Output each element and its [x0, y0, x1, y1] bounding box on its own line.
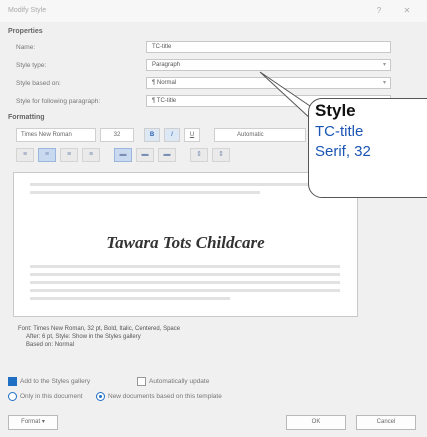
preview-placeholder-line [30, 289, 340, 292]
preview-sample-text: Tawara Tots Childcare [106, 233, 265, 252]
style-description: Font: Times New Roman, 32 pt, Bold, Ital… [18, 325, 348, 349]
font-color-value: Automatic [237, 132, 264, 138]
decrease-spacing-button[interactable]: ⇕ [212, 148, 230, 162]
only-this-document-radio[interactable] [8, 392, 17, 401]
ok-button[interactable]: OK [286, 415, 346, 430]
italic-button[interactable]: I [164, 128, 180, 142]
align-left-button[interactable]: ≡ [16, 148, 34, 162]
callout-title: Style [315, 101, 356, 120]
name-field[interactable]: TC-title [146, 41, 391, 53]
underline-button[interactable]: U [184, 128, 200, 142]
callout-line: TC-title [315, 123, 364, 140]
title-bar: Modify Style ? ✕ [0, 0, 427, 22]
style-callout: Style TC-title Serif, 32 [308, 98, 427, 198]
based-on-value: ¶ Normal [152, 80, 177, 86]
preview-placeholder-line [30, 297, 230, 300]
font-size-select[interactable]: 32 [100, 128, 134, 142]
chevron-down-icon: ▾ [382, 80, 386, 86]
new-documents-radio[interactable] [96, 392, 105, 401]
following-paragraph-value: ¶ TC-title [152, 98, 177, 104]
single-spacing-button[interactable]: ▬ [114, 148, 132, 162]
style-type-label: Style type: [16, 62, 47, 69]
preview-placeholder-line [30, 281, 340, 284]
chevron-down-icon: ▾ [382, 62, 386, 68]
description-line: Font: Times New Roman, 32 pt, Bold, Ital… [18, 326, 181, 332]
only-this-document-label: Only in this document [20, 393, 83, 400]
preview-placeholder-line [30, 191, 260, 194]
font-value: Times New Roman [21, 132, 72, 138]
description-line: After: 6 pt, Style: Show in the Styles g… [26, 334, 141, 340]
preview-placeholder-line [30, 265, 340, 268]
add-to-gallery-label: Add to the Styles gallery [20, 378, 91, 385]
format-button[interactable]: Format ▾ [8, 415, 58, 430]
based-on-label: Style based on: [16, 80, 61, 87]
cancel-button[interactable]: Cancel [356, 415, 416, 430]
font-size-value: 32 [113, 132, 121, 138]
double-spacing-button[interactable]: ▬ [158, 148, 176, 162]
increase-spacing-button[interactable]: ⇕ [190, 148, 208, 162]
preview-placeholder-line [30, 183, 340, 186]
justify-button[interactable]: ≡ [82, 148, 100, 162]
auto-update-label: Automatically update [149, 378, 210, 385]
font-select[interactable]: Times New Roman [16, 128, 96, 142]
description-line: Based on: Normal [26, 342, 75, 348]
modify-style-dialog: Modify Style ? ✕ Properties Name: TC-tit… [0, 0, 427, 437]
font-color-select[interactable]: Automatic [214, 128, 306, 142]
help-icon[interactable]: ? [372, 5, 386, 17]
name-field-value: TC-title [152, 44, 172, 50]
preview-placeholder-line [30, 273, 340, 276]
style-preview: Tawara Tots Childcare [13, 172, 358, 317]
new-documents-label: New documents based on this template [108, 393, 222, 400]
name-label: Name: [16, 44, 36, 51]
properties-heading: Properties [8, 28, 43, 35]
formatting-heading: Formatting [8, 114, 45, 121]
bold-button[interactable]: B [144, 128, 160, 142]
one-half-spacing-button[interactable]: ▬ [136, 148, 154, 162]
align-center-button[interactable]: ≡ [38, 148, 56, 162]
following-paragraph-label: Style for following paragraph: [16, 98, 101, 105]
auto-update-checkbox[interactable] [137, 377, 146, 386]
close-icon[interactable]: ✕ [400, 5, 414, 17]
align-right-button[interactable]: ≡ [60, 148, 78, 162]
dialog-title: Modify Style [8, 7, 47, 14]
callout-line: Serif, 32 [315, 143, 371, 160]
style-type-value: Paragraph [152, 62, 181, 68]
add-to-gallery-checkbox[interactable] [8, 377, 17, 386]
